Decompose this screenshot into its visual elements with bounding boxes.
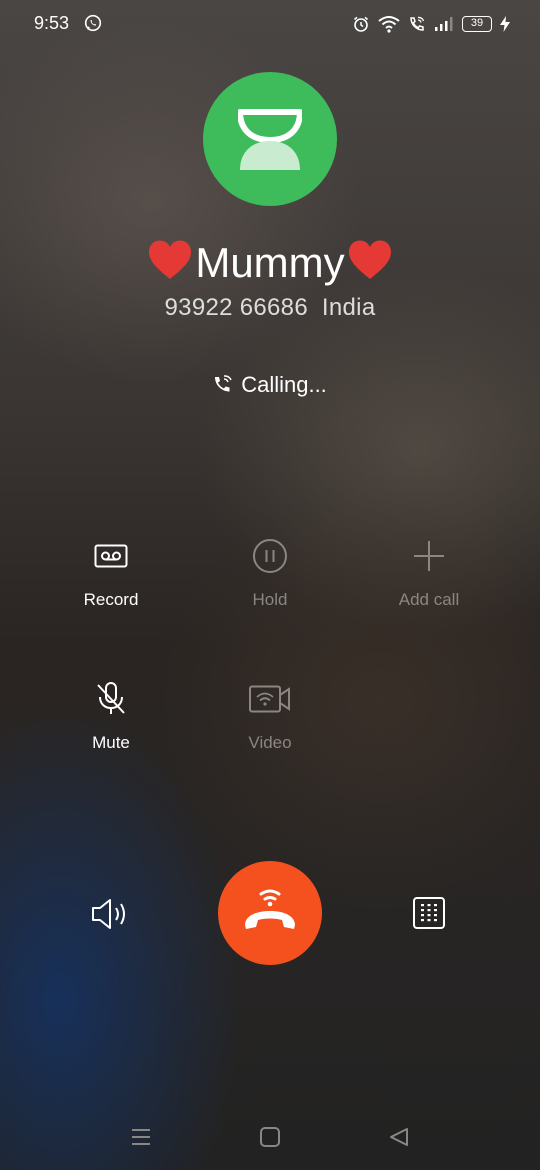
plus-icon	[414, 541, 444, 571]
video-call-icon	[249, 685, 290, 713]
mute-label: Mute	[92, 733, 130, 752]
wifi-icon	[378, 16, 400, 33]
navigation-bar	[0, 1120, 540, 1160]
add-call-label: Add call	[398, 590, 460, 609]
video-label: Video	[248, 733, 292, 752]
hourglass-icon	[238, 109, 302, 170]
phone-number: 93922 66686	[164, 294, 308, 321]
wifi-call-icon	[215, 375, 232, 392]
mic-off-icon	[97, 682, 125, 714]
contact-name-text: Mummy	[195, 239, 345, 286]
end-call-icon	[245, 889, 295, 929]
wifi-call-icon	[410, 16, 425, 31]
pause-icon	[253, 539, 287, 573]
record-icon	[94, 544, 128, 568]
contact-number: 93922 66686 India	[0, 294, 540, 322]
record-label: Record	[83, 590, 139, 609]
speaker-icon	[92, 899, 125, 929]
phone-location: India	[321, 294, 376, 321]
hold-button[interactable]: Hold	[190, 536, 350, 610]
add-call-button[interactable]: Add call	[349, 536, 509, 610]
status-icons: 39	[352, 13, 510, 35]
dialpad-button[interactable]	[412, 896, 446, 935]
speaker-button[interactable]	[90, 896, 132, 937]
call-status: Calling...	[0, 372, 540, 398]
heart-icon	[149, 240, 192, 279]
dialpad-icon	[413, 897, 445, 929]
menu-icon[interactable]	[130, 1126, 152, 1148]
back-icon[interactable]	[388, 1126, 410, 1148]
signal-icon	[435, 17, 453, 31]
contact-avatar	[203, 72, 337, 206]
record-button[interactable]: Record	[31, 536, 191, 610]
home-icon[interactable]	[259, 1126, 281, 1148]
hold-label: Hold	[252, 590, 288, 609]
alarm-icon	[353, 16, 369, 32]
status-time: 9:53	[34, 13, 70, 33]
battery-icon: 39	[462, 16, 492, 32]
heart-icon	[348, 240, 391, 279]
mute-button[interactable]: Mute	[31, 679, 191, 753]
status-bar: 9:53 39	[0, 0, 540, 48]
video-button[interactable]: Video	[190, 679, 350, 753]
end-call-button[interactable]	[218, 861, 322, 965]
call-status-text: Calling...	[241, 372, 327, 397]
contact-name: Mummy	[0, 236, 540, 290]
whatsapp-icon	[84, 14, 102, 32]
charging-icon	[500, 16, 510, 32]
